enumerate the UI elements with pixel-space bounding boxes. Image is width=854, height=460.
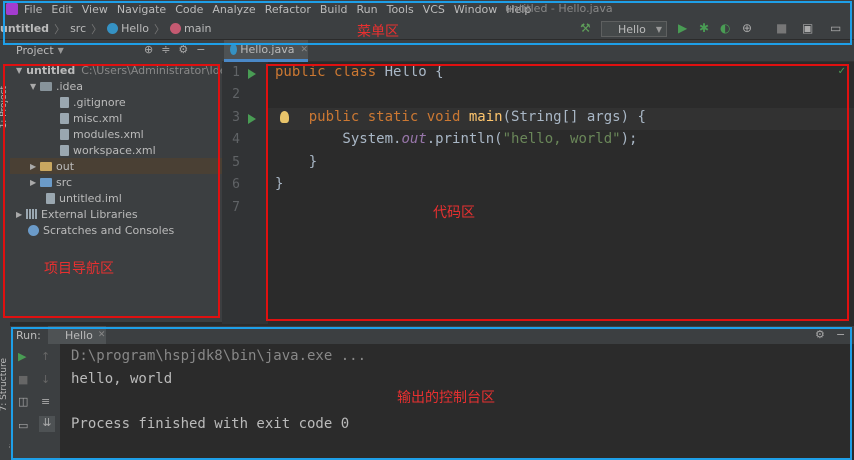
menu-area-box [3,1,852,45]
line-number: 5 [232,155,240,170]
line-number: 2 [232,87,240,102]
menu-area-annotation: 菜单区 [357,24,399,40]
line-number: 1 [232,65,240,80]
line-number: 3 [232,110,240,125]
code-area-annotation: 代码区 [433,205,475,221]
project-panel-title[interactable]: Project [16,44,54,57]
project-nav-area-box [3,64,220,318]
line-number: 7 [232,200,240,215]
editor-gutter: 1 2 3 4 5 6 7 [222,62,268,324]
run-gutter-icon[interactable] [248,69,256,79]
structure-tool-tab[interactable]: 7: Structure [0,358,9,412]
line-number: 6 [232,177,240,192]
project-nav-annotation: 项目导航区 [44,261,114,277]
console-area-annotation: 输出的控制台区 [397,390,495,406]
class-icon [230,44,238,55]
code-area-box [266,64,849,321]
run-gutter-icon[interactable] [248,114,256,124]
close-icon[interactable]: ✕ [300,45,308,55]
chevron-down-icon[interactable]: ▼ [58,46,64,55]
line-number: 4 [232,132,240,147]
